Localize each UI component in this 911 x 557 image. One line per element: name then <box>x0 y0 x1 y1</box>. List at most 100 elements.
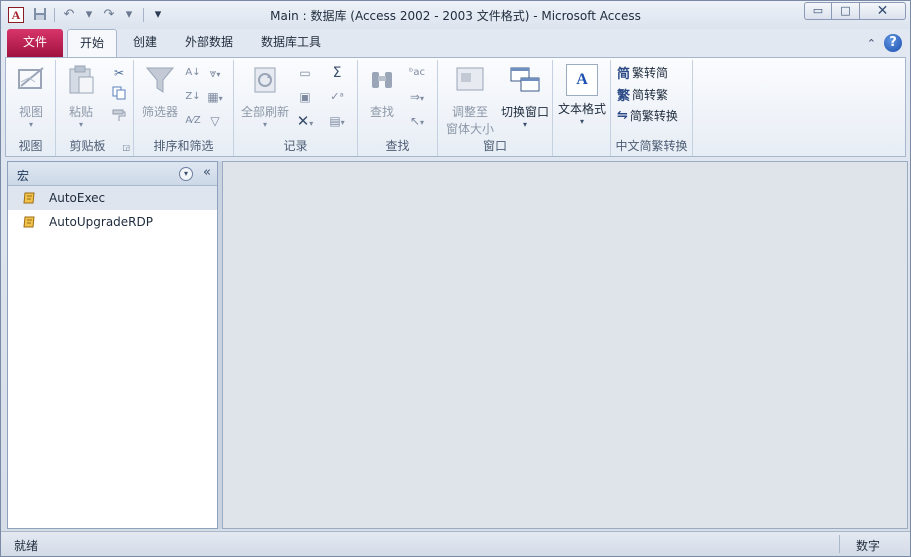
refresh-all-icon <box>254 67 276 93</box>
tab-create[interactable]: 创建 <box>125 29 165 57</box>
group-sort-filter: 筛选器 A↓ Z↓ A⁄Z ⩔▾ ▦▾ ▽ 排序和筛选 <box>134 60 234 156</box>
goto-icon[interactable]: ⇒▾ <box>408 88 426 106</box>
view-button-label: 视图 <box>18 105 43 119</box>
minimize-ribbon-icon[interactable]: ⌃ <box>867 37 876 50</box>
switch-windows-dropdown-icon: ▾ <box>522 120 527 129</box>
nav-item-label: AutoUpgradeRDP <box>49 215 153 229</box>
advanced-filter-icon[interactable]: ▦▾ <box>206 88 224 106</box>
group-label-chinese-conversion: 中文简繁转换 <box>615 139 688 153</box>
new-record-icon[interactable]: ▭ <box>296 64 314 82</box>
switch-windows-icon <box>510 67 540 92</box>
group-view: 视图 ▾ 视图 <box>6 60 56 156</box>
paste-dropdown-icon: ▾ <box>78 120 83 129</box>
text-formatting-dropdown-icon: ▾ <box>579 117 584 126</box>
view-dropdown-icon: ▾ <box>28 120 33 129</box>
clipboard-dialog-launcher-icon[interactable]: ◲ <box>122 143 130 152</box>
tab-external-data[interactable]: 外部数据 <box>179 29 239 57</box>
refresh-all-button[interactable]: 全部刷新 ▾ <box>236 64 294 129</box>
switch-windows-label: 切换窗口 <box>500 105 549 119</box>
selection-filter-icon[interactable]: ⩔▾ <box>206 64 224 82</box>
nav-item-autoexec[interactable]: AutoExec <box>8 186 217 210</box>
macro-icon <box>23 192 35 204</box>
nav-item-autoupgraderdp[interactable]: AutoUpgradeRDP <box>8 210 217 234</box>
fit-to-form-button[interactable]: 调整至 窗体大小 <box>442 64 498 137</box>
switch-windows-button[interactable]: 切换窗口 ▾ <box>498 64 552 129</box>
macro-icon <box>23 216 35 228</box>
format-painter-icon[interactable] <box>110 108 128 126</box>
save-record-icon[interactable]: ▣ <box>296 88 314 106</box>
to-simplified-button[interactable]: 简 繁转简 <box>617 63 668 82</box>
copy-icon[interactable] <box>110 86 128 104</box>
title-bar: A ↶ ▾ ↷ ▾ ▾ Main : 数据库 (Access 2002 - 20… <box>1 1 910 29</box>
status-num-lock: 数字 <box>855 539 880 553</box>
totals-icon[interactable]: Σ <box>328 64 346 82</box>
restore-button[interactable]: □ <box>832 2 860 20</box>
group-label-clipboard: 剪贴板 <box>69 139 106 153</box>
filter-button[interactable]: 筛选器 <box>137 64 183 120</box>
group-label-view: 视图 <box>18 139 43 153</box>
toggle-filter-icon[interactable]: ▽ <box>206 112 224 130</box>
minimize-button[interactable]: ▭ <box>804 2 832 20</box>
binoculars-icon <box>372 72 392 88</box>
tab-file[interactable]: 文件 <box>7 29 63 57</box>
convert-button[interactable]: ⇋ 简繁转换 <box>617 107 678 124</box>
view-button[interactable]: 视图 ▾ <box>12 64 50 129</box>
to-simplified-label: 繁转简 <box>632 66 669 80</box>
view-icon <box>18 67 44 89</box>
spelling-icon[interactable]: ✓ᵃ <box>328 88 346 106</box>
to-traditional-label: 简转繁 <box>632 88 669 102</box>
group-label-window: 窗口 <box>482 139 507 153</box>
to-traditional-button[interactable]: 繁 简转繁 <box>617 85 668 104</box>
ribbon-tabs: 文件 开始 创建 外部数据 数据库工具 ⌃ ? <box>1 29 910 57</box>
refresh-dropdown-icon: ▾ <box>262 120 267 129</box>
fit-to-form-label-line2: 窗体大小 <box>445 122 494 136</box>
group-text-formatting: A 文本格式 ▾ <box>553 60 611 156</box>
nav-item-label: AutoExec <box>49 191 106 205</box>
delete-record-icon[interactable]: ✕▾ <box>296 112 314 130</box>
filter-funnel-icon <box>145 67 175 93</box>
group-records: 全部刷新 ▾ ▭ ▣ ✕▾ Σ ✓ᵃ ▤▾ 记录 <box>234 60 358 156</box>
select-icon[interactable]: ↖▾ <box>408 112 426 130</box>
text-format-a-icon: A <box>566 64 598 96</box>
fit-to-form-icon <box>456 67 484 91</box>
status-ready: 就绪 <box>14 539 39 553</box>
nav-pane-header[interactable]: 宏 ▾ « <box>8 162 217 186</box>
paste-icon <box>69 65 94 94</box>
tab-database-tools[interactable]: 数据库工具 <box>255 29 327 57</box>
clear-sort-icon[interactable]: A⁄Z <box>184 112 202 130</box>
close-button[interactable]: ✕ <box>860 2 906 20</box>
window-title: Main : 数据库 (Access 2002 - 2003 文件格式) - M… <box>270 9 641 23</box>
navigation-pane: 宏 ▾ « AutoExec AutoUpgradeRDP <box>7 161 218 529</box>
tab-home[interactable]: 开始 <box>67 29 117 57</box>
filter-button-label: 筛选器 <box>141 105 178 119</box>
text-formatting-label: 文本格式 <box>557 102 606 116</box>
replace-icon[interactable]: ᵇac <box>408 64 426 82</box>
paste-button-label: 粘贴 <box>68 105 93 119</box>
text-formatting-button[interactable]: A 文本格式 ▾ <box>555 64 609 126</box>
group-chinese-conversion: 简 繁转简 繁 简转繁 ⇋ 简繁转换 中文简繁转换 <box>611 60 693 156</box>
group-window: 调整至 窗体大小 切换窗口 ▾ 窗口 <box>438 60 553 156</box>
nav-pane-collapse-icon[interactable]: « <box>203 165 211 180</box>
sort-descending-icon[interactable]: Z↓ <box>184 88 202 106</box>
find-button[interactable]: 查找 <box>362 64 402 120</box>
status-bar: 就绪 数字 <box>1 531 910 556</box>
window-controls: ▭ □ ✕ <box>804 2 906 20</box>
help-icon[interactable]: ? <box>884 34 902 52</box>
group-label-sort-filter: 排序和筛选 <box>153 139 214 153</box>
status-divider <box>839 535 840 553</box>
cut-icon[interactable]: ✂ <box>110 64 128 82</box>
traditional-icon: 繁 <box>617 89 631 104</box>
nav-pane-title: 宏 <box>17 169 30 183</box>
ribbon: 视图 ▾ 视图 粘贴 ▾ ✂ 剪贴板 ◲ 筛选器 A↓ Z↓ A⁄Z ⩔▾ ▦▾… <box>5 57 906 157</box>
fit-to-form-label-line1: 调整至 <box>451 105 488 119</box>
refresh-all-label: 全部刷新 <box>240 105 289 119</box>
nav-pane-menu-icon[interactable]: ▾ <box>179 167 193 181</box>
group-label-find: 查找 <box>385 139 410 153</box>
document-work-area <box>222 161 908 529</box>
group-label-records: 记录 <box>283 139 308 153</box>
access-window: A ↶ ▾ ↷ ▾ ▾ Main : 数据库 (Access 2002 - 20… <box>0 0 911 557</box>
paste-button[interactable]: 粘贴 ▾ <box>62 64 100 129</box>
sort-ascending-icon[interactable]: A↓ <box>184 64 202 82</box>
group-clipboard: 粘贴 ▾ ✂ 剪贴板 ◲ <box>56 60 134 156</box>
more-records-icon[interactable]: ▤▾ <box>328 112 346 130</box>
